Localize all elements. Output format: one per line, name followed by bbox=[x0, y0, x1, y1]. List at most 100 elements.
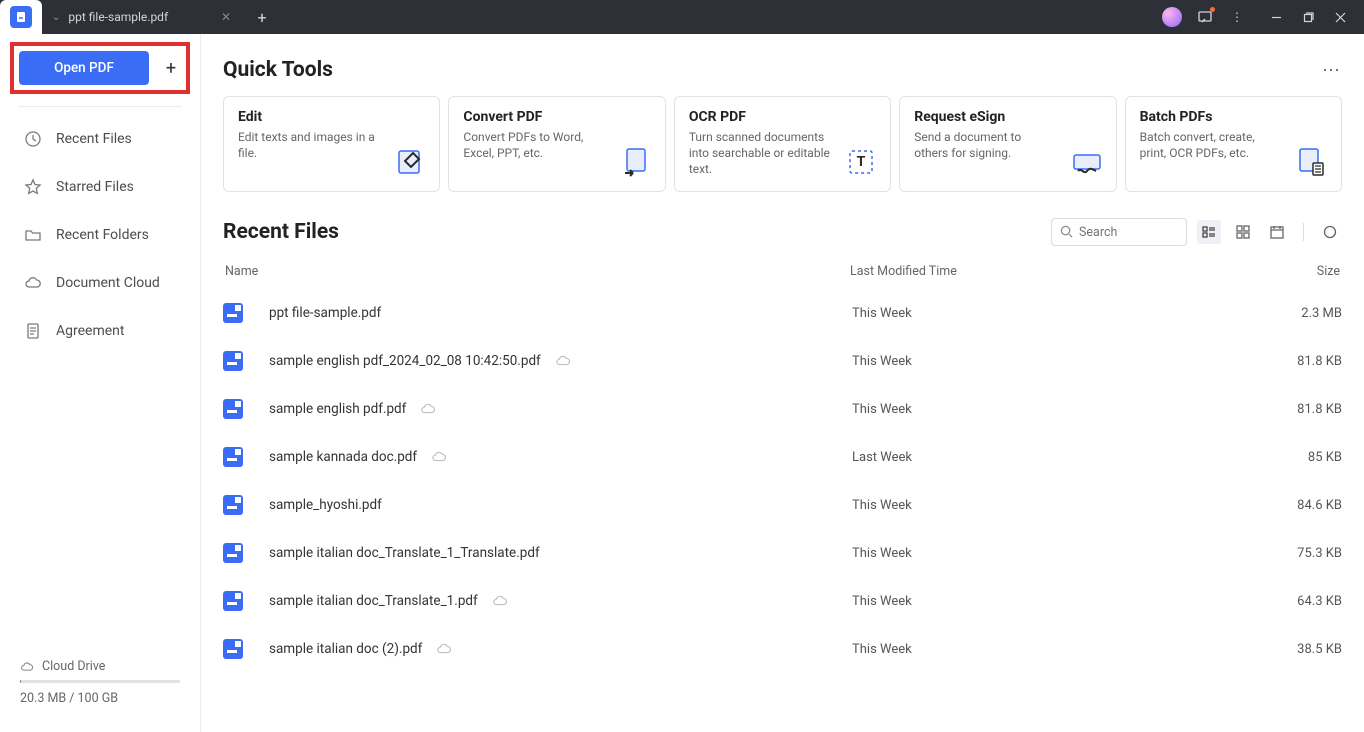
tool-title: Request eSign bbox=[914, 109, 1101, 125]
pdf-file-icon bbox=[223, 639, 243, 659]
sidebar-item-label: Document Cloud bbox=[56, 275, 160, 291]
sidebar-item-recent-files[interactable]: Recent Files bbox=[0, 115, 200, 163]
file-name: sample english pdf.pdf bbox=[269, 401, 406, 417]
tool-card-edit[interactable]: EditEdit texts and images in a file. bbox=[223, 96, 440, 192]
cloud-usage-bar bbox=[20, 680, 180, 683]
file-row[interactable]: ppt file-sample.pdf This Week2.3 MB bbox=[223, 289, 1342, 337]
file-modified: This Week bbox=[852, 306, 1242, 321]
sidebar-item-starred-files[interactable]: Starred Files bbox=[0, 163, 200, 211]
convert-pdf-icon bbox=[619, 145, 653, 179]
create-pdf-button[interactable]: + bbox=[161, 58, 181, 78]
search-icon bbox=[1060, 223, 1073, 242]
file-modified: This Week bbox=[852, 642, 1242, 657]
pdf-file-icon bbox=[223, 351, 243, 371]
cloud-sync-icon bbox=[431, 449, 447, 465]
tool-card-request-esign[interactable]: Request eSignSend a document to others f… bbox=[899, 96, 1116, 192]
minimize-button[interactable] bbox=[1260, 0, 1292, 34]
cloud-sync-icon bbox=[492, 593, 508, 609]
batch-pdfs-icon bbox=[1295, 145, 1329, 179]
notification-icon[interactable] bbox=[1196, 8, 1214, 26]
open-pdf-button[interactable]: Open PDF bbox=[19, 51, 149, 85]
file-name: sample_hyoshi.pdf bbox=[269, 497, 382, 513]
file-size: 84.6 KB bbox=[1242, 498, 1342, 513]
file-row[interactable]: sample italian doc (2).pdf This Week38.5 … bbox=[223, 625, 1342, 673]
tool-card-ocr-pdf[interactable]: OCR PDFTurn scanned documents into searc… bbox=[674, 96, 891, 192]
file-name: sample italian doc_Translate_1_Translate… bbox=[269, 545, 540, 561]
cloud-sync-icon bbox=[420, 401, 436, 417]
list-view-button[interactable] bbox=[1197, 220, 1221, 244]
sidebar-item-label: Recent Folders bbox=[56, 227, 149, 243]
cloud-usage-text: 20.3 MB / 100 GB bbox=[20, 691, 180, 706]
pdf-file-icon bbox=[223, 495, 243, 515]
chevron-down-icon: ⌄ bbox=[52, 12, 60, 23]
app-logo-icon bbox=[10, 6, 32, 28]
file-row[interactable]: sample english pdf_2024_02_08 10:42:50.p… bbox=[223, 337, 1342, 385]
calendar-view-button[interactable] bbox=[1265, 220, 1289, 244]
file-modified: This Week bbox=[852, 354, 1242, 369]
file-size: 81.8 KB bbox=[1242, 354, 1342, 369]
file-row[interactable]: sample italian doc_Translate_1_Translate… bbox=[223, 529, 1342, 577]
open-pdf-highlight: Open PDF + bbox=[10, 42, 190, 94]
new-tab-button[interactable]: + bbox=[247, 8, 277, 27]
tool-title: Convert PDF bbox=[463, 109, 650, 125]
kebab-menu-icon[interactable]: ⋮ bbox=[1228, 8, 1246, 26]
pdf-file-icon bbox=[223, 591, 243, 611]
file-modified: This Week bbox=[852, 498, 1242, 513]
sidebar-item-document-cloud[interactable]: Document Cloud bbox=[0, 259, 200, 307]
clock-icon bbox=[24, 130, 42, 148]
file-name: sample italian doc_Translate_1.pdf bbox=[269, 593, 478, 609]
star-icon bbox=[24, 178, 42, 196]
avatar[interactable] bbox=[1162, 7, 1182, 27]
sidebar-item-agreement[interactable]: Agreement bbox=[0, 307, 200, 355]
file-tab[interactable]: ⌄ ppt file-sample.pdf ✕ bbox=[42, 0, 247, 34]
file-size: 38.5 KB bbox=[1242, 642, 1342, 657]
main-content: Quick Tools ⋯ EditEdit texts and images … bbox=[201, 34, 1364, 732]
file-name: sample kannada doc.pdf bbox=[269, 449, 417, 465]
grid-view-button[interactable] bbox=[1231, 220, 1255, 244]
home-tab[interactable] bbox=[0, 0, 42, 34]
maximize-button[interactable] bbox=[1292, 0, 1324, 34]
sidebar-item-label: Starred Files bbox=[56, 179, 134, 195]
refresh-button[interactable] bbox=[1318, 220, 1342, 244]
file-row[interactable]: sample_hyoshi.pdf This Week84.6 KB bbox=[223, 481, 1342, 529]
pdf-file-icon bbox=[223, 399, 243, 419]
file-size: 81.8 KB bbox=[1242, 402, 1342, 417]
notification-dot-icon bbox=[1210, 7, 1215, 12]
col-modified: Last Modified Time bbox=[850, 264, 1240, 279]
sidebar: Open PDF + Recent Files Starred Files Re… bbox=[0, 34, 201, 732]
titlebar: ⌄ ppt file-sample.pdf ✕ + ⋮ bbox=[0, 0, 1364, 34]
cloud-sync-icon bbox=[555, 353, 571, 369]
file-modified: This Week bbox=[852, 402, 1242, 417]
close-tab-icon[interactable]: ✕ bbox=[219, 10, 233, 24]
folder-icon bbox=[24, 226, 42, 244]
file-row[interactable]: sample kannada doc.pdfLast Week85 KB bbox=[223, 433, 1342, 481]
col-name: Name bbox=[225, 264, 850, 279]
file-name: ppt file-sample.pdf bbox=[269, 305, 381, 321]
file-name: sample italian doc (2).pdf bbox=[269, 641, 422, 657]
tool-card-convert-pdf[interactable]: Convert PDFConvert PDFs to Word, Excel, … bbox=[448, 96, 665, 192]
divider bbox=[1303, 223, 1304, 241]
file-name: sample english pdf_2024_02_08 10:42:50.p… bbox=[269, 353, 541, 369]
file-size: 75.3 KB bbox=[1242, 546, 1342, 561]
file-size: 2.3 MB bbox=[1242, 306, 1342, 321]
request-esign-icon bbox=[1070, 145, 1104, 179]
file-modified: Last Week bbox=[852, 450, 1242, 465]
pdf-file-icon bbox=[223, 543, 243, 563]
cloud-sync-icon bbox=[436, 641, 452, 657]
file-row[interactable]: sample italian doc_Translate_1.pdf This W… bbox=[223, 577, 1342, 625]
file-modified: This Week bbox=[852, 594, 1242, 609]
file-size: 64.3 KB bbox=[1242, 594, 1342, 609]
quick-tools-more-icon[interactable]: ⋯ bbox=[1322, 60, 1342, 81]
sidebar-item-recent-folders[interactable]: Recent Folders bbox=[0, 211, 200, 259]
document-icon bbox=[24, 322, 42, 340]
sidebar-item-label: Agreement bbox=[56, 323, 124, 339]
file-modified: This Week bbox=[852, 546, 1242, 561]
search-input-wrapper[interactable] bbox=[1051, 218, 1187, 246]
quick-tools-title: Quick Tools bbox=[223, 58, 333, 82]
file-row[interactable]: sample english pdf.pdf This Week81.8 KB bbox=[223, 385, 1342, 433]
close-window-button[interactable] bbox=[1324, 0, 1356, 34]
tool-card-batch-pdfs[interactable]: Batch PDFsBatch convert, create, print, … bbox=[1125, 96, 1342, 192]
svg-text:T: T bbox=[857, 154, 866, 170]
tab-title: ppt file-sample.pdf bbox=[68, 10, 168, 24]
table-header: Name Last Modified Time Size bbox=[223, 264, 1342, 289]
